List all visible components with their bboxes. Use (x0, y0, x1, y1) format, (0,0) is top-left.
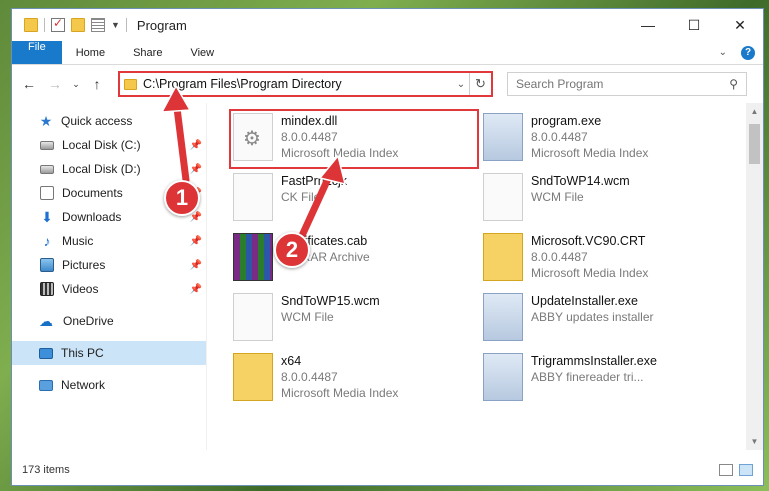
arrow-1-shaft (172, 96, 190, 184)
annotation-badge-1: 1 (164, 180, 200, 216)
arrow-1-head (160, 84, 192, 113)
annotation-arrows (160, 84, 347, 244)
annotation-badge-2: 2 (274, 232, 310, 268)
arrow-2-shaft (296, 166, 336, 244)
